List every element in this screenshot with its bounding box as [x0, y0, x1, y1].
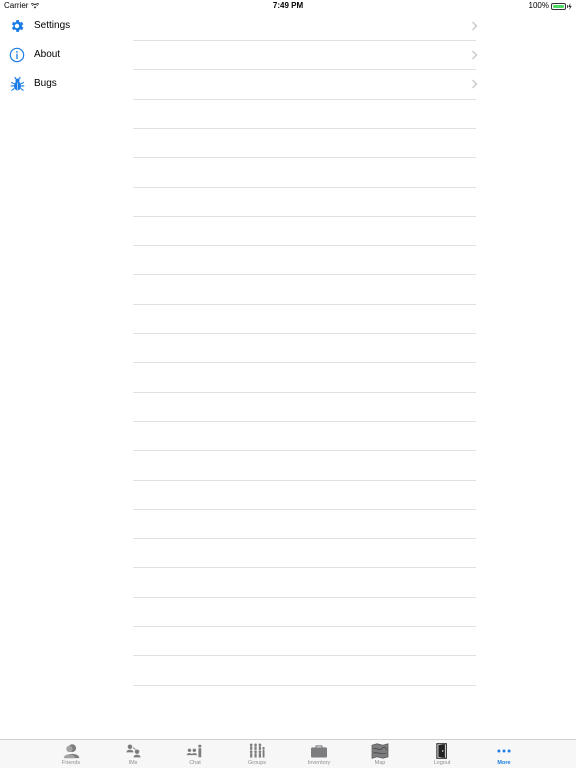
battery-icon — [551, 2, 568, 10]
ims-icon — [124, 743, 142, 759]
tab-label: IMs — [128, 760, 138, 766]
row-separator — [133, 186, 476, 188]
row-separator — [133, 157, 476, 159]
row-separator — [133, 303, 476, 305]
bug-icon — [8, 75, 26, 93]
tab-friends[interactable]: Friends — [48, 740, 94, 768]
charging-bolt-icon — [568, 2, 572, 10]
menu-item-label: Settings — [34, 19, 71, 31]
row-separator — [133, 655, 476, 657]
row-separator — [133, 508, 476, 510]
tab-label: Friends — [61, 760, 81, 766]
tab-more[interactable]: More — [481, 740, 527, 768]
chat-icon — [186, 743, 204, 759]
table-separators — [133, 40, 476, 714]
friends-icon — [62, 743, 80, 759]
row-separator — [133, 98, 476, 100]
row-separator — [133, 479, 476, 481]
inventory-icon — [310, 743, 328, 759]
tab-inventory[interactable]: Inventory — [296, 740, 342, 768]
tab-ims[interactable]: IMs — [110, 740, 156, 768]
tab-label: Groups — [247, 760, 267, 766]
row-separator — [133, 450, 476, 452]
row-separator — [133, 40, 476, 41]
menu-item-label: About — [34, 48, 61, 60]
row-separator — [133, 567, 476, 569]
row-separator — [133, 626, 476, 627]
battery-fill — [553, 4, 564, 8]
row-separator — [133, 274, 476, 276]
row-separator — [133, 362, 476, 364]
logout-icon — [433, 743, 451, 759]
gear-icon — [8, 17, 26, 35]
menu-item-label: Bugs — [34, 78, 57, 90]
row-separator — [133, 127, 476, 129]
tab-map[interactable]: Map — [357, 740, 403, 768]
row-separator — [133, 420, 476, 422]
tab-label: Inventory — [307, 760, 331, 766]
row-separator — [133, 69, 476, 71]
row-separator — [133, 596, 476, 598]
info-icon — [8, 46, 26, 64]
row-separator — [133, 684, 476, 686]
chevron-right-icon — [472, 21, 478, 31]
groups-icon — [248, 743, 266, 759]
map-icon — [371, 743, 389, 759]
row-separator — [133, 245, 476, 247]
tab-label: Map — [374, 760, 386, 766]
row-separator — [133, 333, 476, 334]
row-separator — [133, 538, 476, 540]
tab-label: Chat — [189, 760, 201, 766]
more-icon — [495, 743, 513, 759]
row-separator — [133, 391, 476, 393]
tab-label: More — [497, 760, 511, 766]
menu-item-settings[interactable]: Settings — [0, 11, 576, 40]
tab-groups[interactable]: Groups — [234, 740, 280, 768]
tab-chat[interactable]: Chat — [172, 740, 218, 768]
tab-label: Logout — [433, 760, 451, 766]
row-separator — [133, 215, 476, 217]
tab-bar: Friends IMs Chat Groups Inventory Map Lo… — [0, 739, 576, 768]
tab-logout[interactable]: Logout — [419, 740, 465, 768]
